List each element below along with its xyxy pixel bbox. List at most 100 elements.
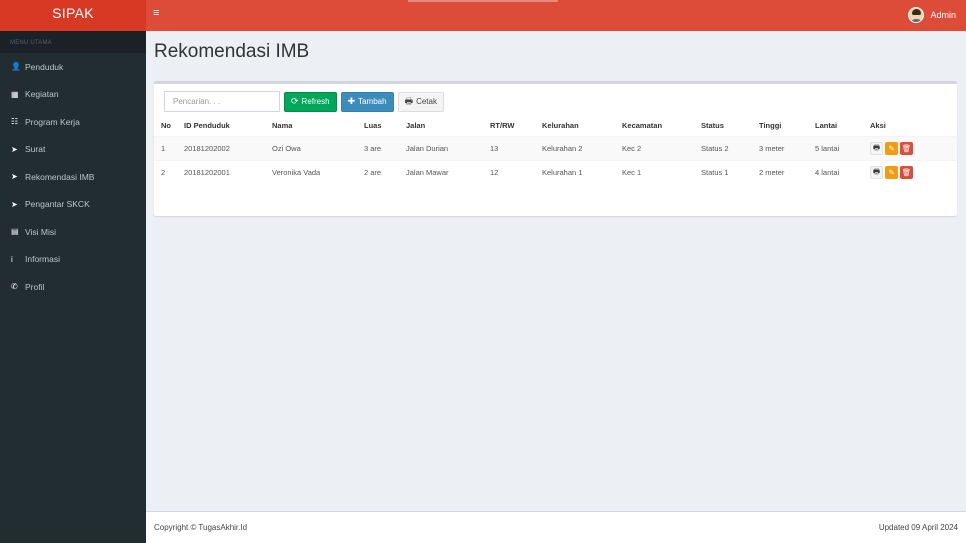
sidebar: MENU UTAMA 👤 Penduduk ▦ Kegiatan ☷ Progr… [0,31,146,543]
column-header[interactable]: Tinggi [752,116,808,137]
table-cell-actions: 🖶 ✎ 🗑 [863,160,957,184]
trash-icon[interactable]: 🗑 [900,141,913,155]
table-cell: Veronika Vada [272,167,321,177]
avatar [908,7,925,23]
info-icon: i [11,254,13,264]
row-actions: 🖶 ✎ 🗑 [870,165,957,179]
toolbar: ⟳ Refresh ✚ Tambah 🖶 Cetak [164,90,448,113]
table-row: 1 20181202002 Ozi Owa 3 are Jalan Durian… [154,136,957,160]
sidebar-menu-header: MENU UTAMA [0,31,146,53]
table-cell: 5 lantai [815,143,840,153]
sidebar-item-label: Penduduk [25,61,64,72]
top-navbar: SIPAK ≡ Admin [0,0,966,31]
column-header[interactable]: Nama [265,116,357,137]
print-icon[interactable]: 🖶 [870,141,883,155]
table-cell: Jalan Mawar [406,167,449,177]
table-cell: 12 [490,167,499,177]
table-cell: 20181202002 [184,143,230,153]
tab-indicator [408,0,558,2]
print-icon[interactable]: 🖶 [870,165,883,179]
search-input[interactable] [164,91,280,112]
row-actions: 🖶 ✎ 🗑 [870,141,957,155]
sidebar-item-surat[interactable]: ➤ Surat [0,136,146,164]
table-cell: 20181202001 [184,167,230,177]
sidebar-item-label: Pengantar SKCK [25,199,90,210]
table-header-row: No ID Penduduk Nama Luas Jalan RT/RW Kel… [154,116,957,137]
column-header[interactable]: Lantai [808,116,863,137]
column-header[interactable]: Kelurahan [535,116,615,137]
table-row: 2 20181202001 Veronika Vada 2 are Jalan … [154,160,957,184]
column-header[interactable]: ID Penduduk [177,116,265,137]
calendar-icon: ▤ [11,227,19,237]
table-cell: Status 2 [701,143,729,153]
table-cell: 2 [161,167,166,177]
data-box: ⟳ Refresh ✚ Tambah 🖶 Cetak No ID Pendudu… [154,81,957,216]
table-cell: Kelurahan 2 [542,143,583,153]
send-icon: ➤ [11,172,18,182]
sidebar-item-label: Rekomendasi IMB [25,171,95,182]
table-cell: Ozi Owa [272,143,301,153]
sidebar-item-kegiatan[interactable]: ▦ Kegiatan [0,81,146,109]
table-cell-actions: 🖶 ✎ 🗑 [863,136,957,160]
table-cell: 2 are [364,167,382,177]
sidebar-item-program-kerja[interactable]: ☷ Program Kerja [0,108,146,136]
sidebar-item-pengantar-skck[interactable]: ➤ Pengantar SKCK [0,191,146,219]
sidebar-item-profil[interactable]: ✆ Profil [0,273,146,301]
print-button[interactable]: 🖶 Cetak [397,91,444,112]
column-header[interactable]: No [154,116,177,137]
edit-icon[interactable]: ✎ [885,165,898,179]
column-header[interactable]: Jalan [399,116,483,137]
column-header: Aksi [863,116,957,137]
edit-icon[interactable]: ✎ [885,141,898,155]
user-name: Admin [930,10,956,20]
user-menu[interactable]: Admin [908,7,956,23]
sidebar-item-label: Informasi [25,254,60,265]
phone-icon: ✆ [11,282,18,292]
plus-icon: ✚ [347,96,356,106]
column-header[interactable]: Status [694,116,752,137]
footer-copyright: Copyright © TugasAkhir.Id [154,523,248,532]
sidebar-item-penduduk[interactable]: 👤 Penduduk [0,53,146,81]
table-cell: 3 meter [759,143,785,153]
sidebar-toggle-icon[interactable]: ≡ [153,8,159,19]
footer: Copyright © TugasAkhir.Id Updated 09 Apr… [146,511,966,543]
data-table: No ID Penduduk Nama Luas Jalan RT/RW Kel… [154,116,957,184]
sidebar-item-rekomendasi-imb[interactable]: ➤ Rekomendasi IMB [0,163,146,191]
print-icon: 🖶 [404,95,414,106]
table-cell: Kec 1 [622,167,642,177]
grid-icon: ▦ [11,89,19,99]
refresh-label: Refresh [301,97,330,106]
table-cell: Jalan Durian [406,143,449,153]
main-content: Rekomendasi IMB ⟳ Refresh ✚ Tambah 🖶 Cet… [146,31,966,511]
table-cell: 2 meter [759,167,785,177]
sidebar-item-label: Profil [25,281,45,292]
column-header[interactable]: Luas [357,116,399,137]
sidebar-item-visi-misi[interactable]: ▤ Visi Misi [0,218,146,246]
table-cell: 3 are [364,143,382,153]
table-cell: 4 lantai [815,167,840,177]
refresh-icon: ⟳ [291,96,299,106]
table-cell: 1 [161,143,166,153]
sidebar-item-label: Program Kerja [25,116,80,127]
column-header[interactable]: Kecamatan [615,116,694,137]
sidebar-item-label: Kegiatan [25,89,59,100]
table-icon: ☷ [11,117,19,127]
sidebar-item-informasi[interactable]: i Informasi [0,246,146,274]
send-icon: ➤ [11,199,18,209]
user-icon: 👤 [11,62,21,72]
table-cell: Kec 2 [622,143,642,153]
add-label: Tambah [358,97,387,106]
column-header[interactable]: RT/RW [483,116,535,137]
send-icon: ➤ [11,144,18,154]
add-button[interactable]: ✚ Tambah [340,91,394,112]
trash-icon[interactable]: 🗑 [900,165,913,179]
table-cell: Kelurahan 1 [542,167,583,177]
footer-updated: Updated 09 April 2024 [878,523,958,532]
sidebar-item-label: Visi Misi [25,226,57,237]
brand-logo[interactable]: SIPAK [0,0,146,31]
table-cell: Status 1 [701,167,729,177]
page-title: Rekomendasi IMB [154,41,310,62]
sidebar-item-label: Surat [25,144,46,155]
table-cell: 13 [490,143,499,153]
refresh-button[interactable]: ⟳ Refresh [284,91,337,112]
